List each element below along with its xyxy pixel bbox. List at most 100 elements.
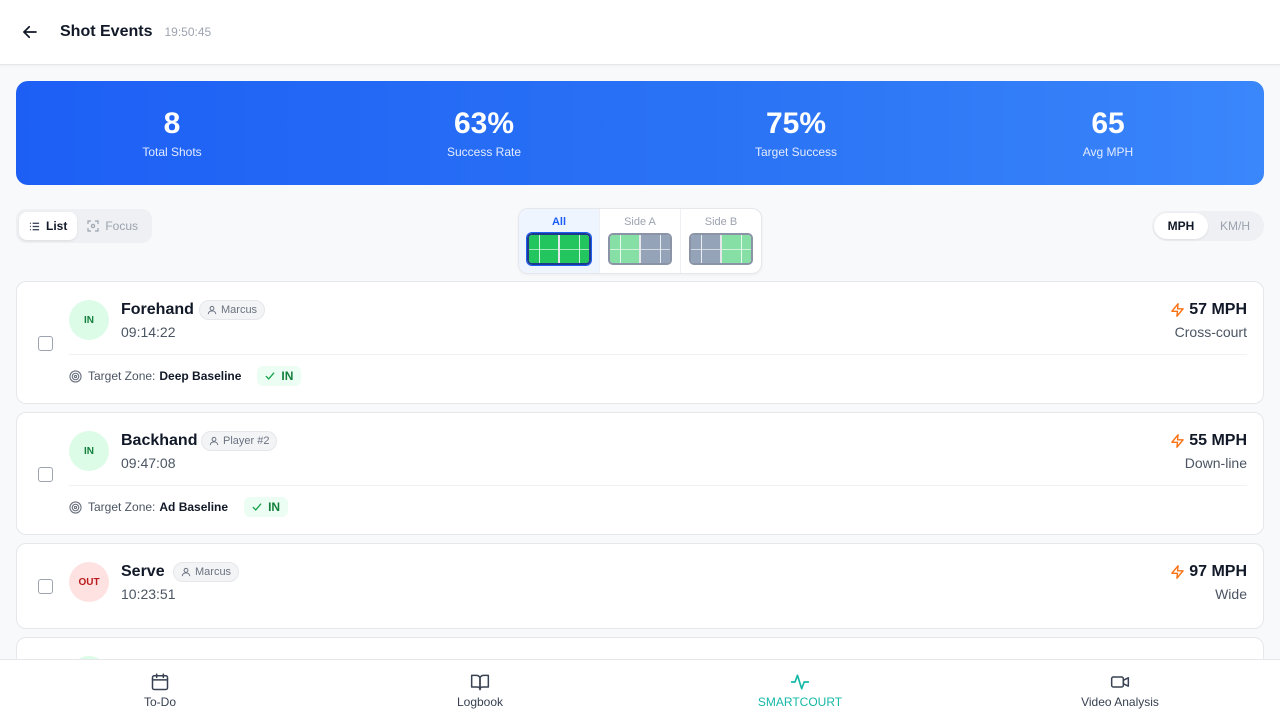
list-icon [29, 222, 40, 230]
nav-smartcourt[interactable]: SMARTCOURT [640, 660, 960, 720]
side-option-a[interactable]: Side A [600, 209, 681, 273]
arrow-left-icon [23, 25, 37, 39]
shot-direction: Cross-court [1174, 324, 1247, 340]
speed-value: 97 MPH [1189, 563, 1247, 580]
book-icon [470, 674, 490, 690]
focus-icon [87, 220, 99, 232]
shot-card[interactable]: OUT Serve Marcus 10:23:51 97 MPH Wide [16, 543, 1264, 629]
player-name: Player #2 [223, 435, 270, 447]
shot-time: 09:14:22 [121, 324, 176, 340]
target-icon [69, 500, 82, 514]
target-zone-value: Ad Baseline [159, 500, 229, 514]
side-option-label: Side B [704, 216, 738, 228]
shot-checkbox[interactable] [38, 336, 53, 351]
page-title: Shot Events [60, 23, 153, 40]
stat-value: 75% [765, 107, 827, 140]
target-zone-label: Target Zone: [88, 500, 156, 514]
court-thumbnail-all [527, 233, 591, 265]
speed-value: 57 MPH [1189, 301, 1247, 318]
back-button[interactable] [20, 22, 40, 42]
nav-todo[interactable]: To-Do [0, 660, 320, 720]
target-zone-row: Target Zone: Ad Baseline IN [69, 497, 289, 517]
calendar-icon [151, 672, 169, 690]
shot-type: Forehand [121, 301, 194, 318]
view-toggle: List Focus [16, 209, 152, 243]
list-view-label: List [46, 219, 68, 233]
shot-speed: 97 MPH [1170, 563, 1247, 581]
stat-label: Total Shots [142, 145, 202, 159]
player-chip: Player #2 [201, 431, 278, 451]
stats-banner: 8 Total Shots 63% Success Rate 75% Targe… [16, 81, 1264, 185]
result-badge: IN [69, 431, 109, 471]
card-divider [69, 354, 1247, 355]
activity-icon [790, 674, 810, 689]
check-icon [266, 372, 275, 380]
nav-logbook[interactable]: Logbook [320, 660, 640, 720]
target-result: IN [268, 500, 281, 514]
shot-time: 09:47:08 [121, 455, 176, 471]
kmh-button[interactable]: KM/H [1208, 213, 1262, 239]
focus-view-label: Focus [105, 219, 139, 233]
shot-checkbox[interactable] [38, 467, 53, 482]
target-result-chip: IN [257, 366, 302, 386]
court-thumbnail-side-b [689, 233, 753, 265]
target-icon [69, 369, 82, 383]
player-chip: Marcus [199, 300, 266, 320]
lightning-icon [1171, 434, 1185, 448]
check-icon [252, 503, 262, 511]
shot-card[interactable]: IN Forehand Marcus 09:14:22 57 MPH Cross… [16, 281, 1264, 404]
target-zone-label: Target Zone: [88, 369, 156, 383]
mph-button[interactable]: MPH [1154, 213, 1208, 239]
nav-label: Video Analysis [1081, 694, 1159, 709]
stat-success-rate: 63% Success Rate [328, 81, 640, 185]
nav-label: Logbook [456, 694, 504, 709]
shot-speed: 57 MPH [1170, 301, 1247, 319]
shot-direction: Down-line [1184, 455, 1247, 471]
user-icon [209, 436, 219, 446]
target-zone-value: Deep Baseline [159, 369, 242, 383]
player-name: Marcus [221, 304, 258, 316]
speed-value: 55 MPH [1189, 432, 1247, 449]
shot-time: 10:23:51 [121, 586, 176, 602]
stat-value: 8 [163, 107, 181, 140]
top-bar: Shot Events 19:50:45 [0, 0, 1280, 65]
stat-target-success: 75% Target Success [640, 81, 952, 185]
shot-card[interactable]: IN Backhand Player #2 09:47:08 55 MPH Do… [16, 412, 1264, 535]
lightning-icon [1171, 303, 1185, 317]
stat-label: Target Success [754, 145, 838, 159]
shot-type: Serve [121, 563, 165, 580]
stat-label: Avg MPH [1082, 145, 1134, 159]
header-time: 19:50:45 [164, 25, 212, 39]
stat-total-shots: 8 Total Shots [16, 81, 328, 185]
target-result-chip: IN [244, 497, 289, 517]
speed-unit-toggle: MPH KM/H [1152, 211, 1264, 241]
video-icon [1110, 675, 1130, 688]
stat-label: Success Rate [446, 145, 522, 159]
side-option-label: Side A [624, 216, 656, 228]
player-name: Marcus [195, 566, 232, 578]
nav-label: To-Do [143, 694, 176, 709]
nav-label: SMARTCOURT [757, 694, 843, 709]
stat-avg-mph: 65 Avg MPH [952, 81, 1264, 185]
list-view-button[interactable]: List [19, 212, 78, 240]
user-icon [207, 305, 217, 315]
lightning-icon [1171, 565, 1185, 579]
result-badge: IN [69, 300, 109, 340]
result-badge: OUT [69, 562, 109, 602]
stat-value: 63% [453, 107, 515, 140]
bottom-nav: To-Do Logbook SMARTCOURT Video Analysis [0, 659, 1280, 720]
user-icon [181, 567, 191, 577]
side-option-b[interactable]: Side B [681, 209, 761, 273]
court-thumbnail-side-a [608, 233, 672, 265]
focus-view-button[interactable]: Focus [77, 212, 148, 240]
target-result: IN [281, 369, 294, 383]
court-side-selector: All Side A Side B [518, 208, 762, 274]
stat-value: 65 [1091, 107, 1125, 140]
shot-speed: 55 MPH [1170, 432, 1247, 450]
shot-checkbox[interactable] [38, 579, 53, 594]
side-option-all[interactable]: All [519, 209, 600, 273]
card-divider [69, 485, 1247, 486]
shot-direction: Wide [1215, 586, 1247, 602]
player-chip: Marcus [173, 562, 240, 582]
nav-video-analysis[interactable]: Video Analysis [960, 660, 1280, 720]
